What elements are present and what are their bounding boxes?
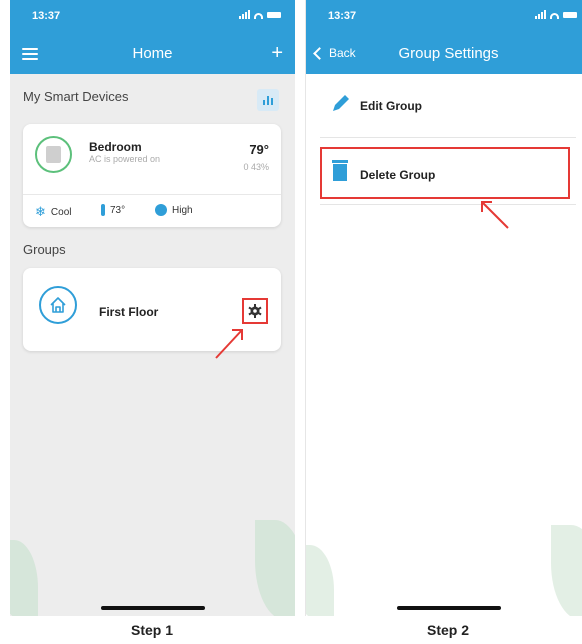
fan-icon <box>155 204 167 216</box>
divider <box>320 204 576 205</box>
device-humidity: 0 43% <box>243 162 269 172</box>
step1-caption: Step 1 <box>130 622 173 638</box>
divider <box>320 137 576 138</box>
gear-icon <box>248 304 262 318</box>
chart-icon[interactable] <box>257 89 279 111</box>
signal-icon <box>239 10 250 19</box>
step1-screen: 13:37 Home + My Smart Devices Bedroom AC… <box>10 0 295 616</box>
leaf-decoration <box>551 525 582 616</box>
edit-group-row[interactable]: Edit Group <box>320 76 576 132</box>
group-name: First Floor <box>99 305 159 319</box>
signal-icon <box>535 10 546 19</box>
highlight-box <box>320 147 570 199</box>
thermostat-icon <box>35 136 72 173</box>
setpoint-label: 73° <box>110 204 126 216</box>
device-status: AC is powered on <box>89 154 161 164</box>
mode-label: Cool <box>50 206 72 218</box>
system-icons <box>239 10 281 19</box>
home-icon <box>39 286 77 324</box>
status-bar: 13:37 <box>306 0 582 34</box>
app-header: Home + <box>10 34 295 74</box>
home-indicator <box>396 606 501 610</box>
status-bar: 13:37 <box>10 0 295 34</box>
wifi-icon <box>254 13 263 19</box>
leaf-decoration <box>255 520 295 616</box>
status-time: 13:37 <box>328 10 357 22</box>
status-time: 13:37 <box>32 10 61 22</box>
group-settings-button[interactable] <box>242 298 268 324</box>
add-button[interactable]: + <box>271 42 283 65</box>
pencil-icon <box>333 95 349 111</box>
setpoint-control[interactable]: 73° <box>101 204 125 216</box>
device-name: Bedroom <box>89 140 142 154</box>
device-temperature: 79° <box>249 142 269 157</box>
fan-label: High <box>172 204 193 216</box>
battery-icon <box>563 12 577 18</box>
edit-group-label: Edit Group <box>360 99 422 113</box>
thermometer-icon <box>101 204 105 216</box>
page-title: Home <box>132 45 173 62</box>
battery-icon <box>267 12 281 18</box>
page-title: Group Settings <box>398 45 499 62</box>
leaf-decoration <box>306 545 334 616</box>
system-icons <box>535 10 577 19</box>
divider <box>23 194 281 195</box>
step2-screen: 13:37 Back Group Settings Edit Group Del… <box>305 0 582 616</box>
leaf-decoration <box>10 540 38 616</box>
snowflake-icon: ❄ <box>35 204 46 219</box>
pointer-arrow <box>215 329 243 359</box>
my-devices-heading: My Smart Devices <box>23 89 129 104</box>
groups-heading: Groups <box>23 242 66 257</box>
home-indicator <box>100 606 205 610</box>
wifi-icon <box>550 13 559 19</box>
fan-control[interactable]: High <box>155 204 193 216</box>
step2-caption: Step 2 <box>426 622 469 638</box>
pointer-arrow <box>481 201 509 229</box>
mode-control[interactable]: ❄ Cool <box>35 204 71 220</box>
device-card[interactable]: Bedroom AC is powered on 79° 0 43% ❄ Coo… <box>23 124 281 227</box>
app-header: Back Group Settings <box>306 34 582 74</box>
